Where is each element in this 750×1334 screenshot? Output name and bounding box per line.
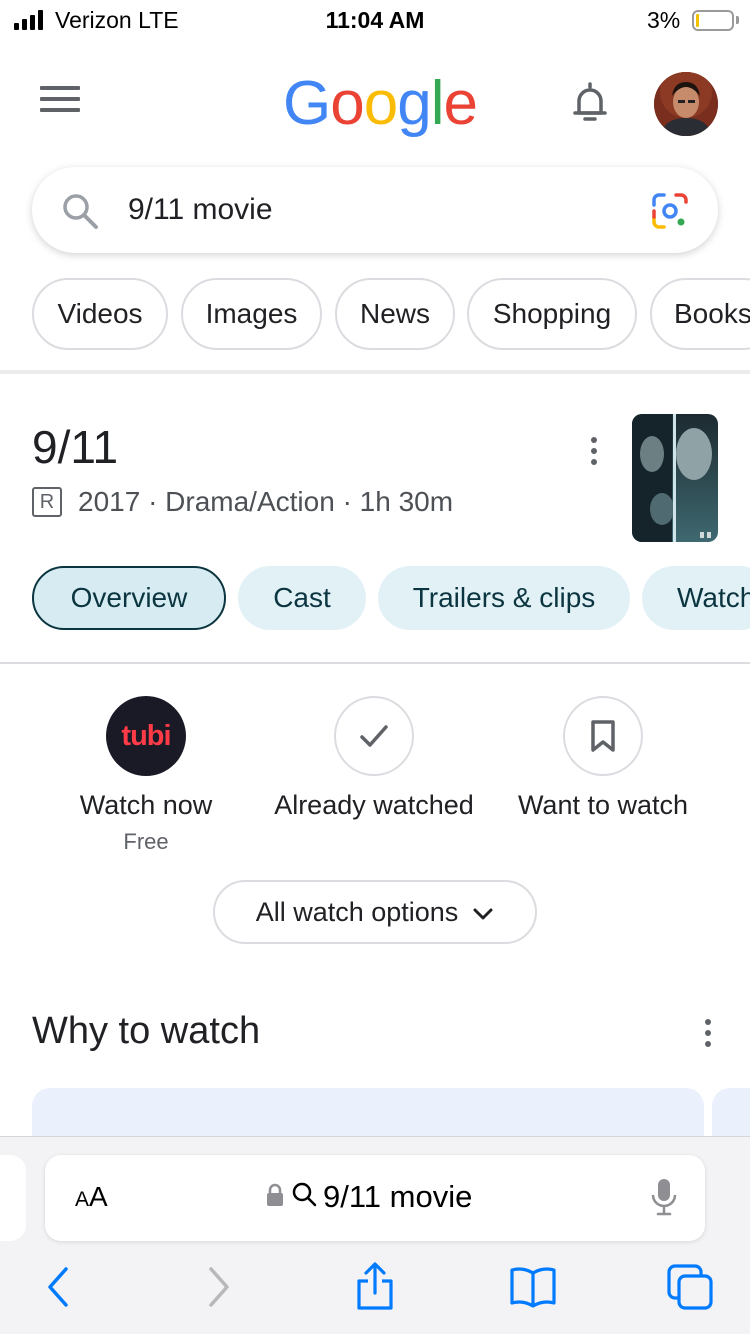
notifications-bell-icon[interactable] bbox=[570, 80, 610, 131]
chip-books[interactable]: Books bbox=[650, 278, 750, 350]
section-divider bbox=[0, 370, 750, 374]
movie-meta: R 2017 · Drama/Action · 1h 30m bbox=[32, 486, 453, 518]
already-watched-label: Already watched bbox=[274, 790, 474, 820]
browser-nav-row bbox=[0, 1262, 750, 1325]
google-logo[interactable]: Google bbox=[283, 68, 478, 139]
section-divider bbox=[0, 662, 750, 664]
battery-cap bbox=[736, 16, 739, 24]
address-bar[interactable]: AA 9/11 movie bbox=[45, 1155, 705, 1241]
logo-letter: o bbox=[363, 69, 398, 138]
logo-letter: g bbox=[397, 69, 431, 138]
watch-now-label: Watch now bbox=[79, 790, 213, 820]
why-to-watch-heading: Why to watch bbox=[32, 1010, 261, 1052]
chevron-down-icon bbox=[472, 897, 494, 928]
chip-news[interactable]: News bbox=[335, 278, 455, 350]
text-size-button[interactable]: AA bbox=[75, 1181, 108, 1213]
tab-watch[interactable]: Watch bbox=[642, 566, 750, 630]
address-query: 9/11 movie bbox=[323, 1179, 473, 1214]
browser-toolbar: AA 9/11 movie bbox=[0, 1136, 750, 1334]
all-watch-options-label: All watch options bbox=[255, 896, 459, 927]
chip-images[interactable]: Images bbox=[181, 278, 322, 350]
status-bar: Verizon LTE 11:04 AM 3% bbox=[0, 0, 750, 42]
already-watched-option[interactable]: Already watched bbox=[259, 696, 489, 821]
bookmark-icon[interactable] bbox=[563, 696, 643, 776]
rating-badge: R bbox=[32, 487, 62, 517]
address-text[interactable]: 9/11 movie bbox=[265, 1179, 472, 1215]
tab-trailers-clips[interactable]: Trailers & clips bbox=[378, 566, 630, 630]
filter-chip-row: Videos Images News Shopping Books bbox=[32, 278, 750, 350]
microphone-icon[interactable] bbox=[649, 1177, 679, 1222]
movie-tabs: Overview Cast Trailers & clips Watch bbox=[32, 566, 750, 630]
all-watch-options-button[interactable]: All watch options bbox=[213, 880, 537, 944]
want-to-watch-label: Want to watch bbox=[517, 790, 689, 820]
search-icon bbox=[60, 191, 100, 236]
checkmark-icon[interactable] bbox=[334, 696, 414, 776]
back-icon[interactable] bbox=[44, 1265, 72, 1314]
forward-icon[interactable] bbox=[205, 1265, 233, 1314]
search-box[interactable]: 9/11 movie bbox=[32, 167, 718, 253]
logo-letter: G bbox=[283, 69, 331, 138]
movie-meta-text: 2017 · Drama/Action · 1h 30m bbox=[78, 486, 454, 517]
account-avatar[interactable] bbox=[654, 72, 718, 136]
chip-shopping[interactable]: Shopping bbox=[467, 278, 637, 350]
more-options-icon[interactable] bbox=[705, 1019, 711, 1052]
chip-videos[interactable]: Videos bbox=[32, 278, 168, 350]
more-options-icon[interactable] bbox=[591, 437, 597, 470]
battery-icon bbox=[692, 10, 734, 31]
watch-now-price: Free bbox=[123, 829, 169, 854]
search-icon bbox=[291, 1179, 317, 1215]
movie-poster[interactable] bbox=[632, 414, 718, 542]
tabs-icon[interactable] bbox=[666, 1263, 714, 1316]
logo-letter: e bbox=[443, 69, 477, 138]
previous-tab-peek[interactable] bbox=[0, 1155, 26, 1241]
logo-letter: o bbox=[330, 69, 364, 138]
google-lens-icon[interactable] bbox=[650, 191, 690, 236]
menu-icon[interactable] bbox=[40, 86, 80, 116]
watch-now-option[interactable]: tubi Watch now Free bbox=[31, 696, 261, 855]
status-time: 11:04 AM bbox=[325, 7, 425, 33]
logo-letter: l bbox=[430, 69, 445, 138]
bookmarks-icon[interactable] bbox=[508, 1265, 558, 1314]
movie-title: 9/11 bbox=[32, 421, 119, 473]
tab-overview[interactable]: Overview bbox=[32, 566, 226, 630]
tab-cast[interactable]: Cast bbox=[238, 566, 366, 630]
battery-percent: 3% bbox=[647, 7, 681, 33]
tubi-logo[interactable]: tubi bbox=[106, 696, 186, 776]
share-icon[interactable] bbox=[354, 1261, 396, 1316]
search-query[interactable]: 9/11 movie bbox=[128, 193, 273, 227]
want-to-watch-option[interactable]: Want to watch bbox=[488, 696, 718, 821]
lock-icon bbox=[265, 1179, 285, 1215]
